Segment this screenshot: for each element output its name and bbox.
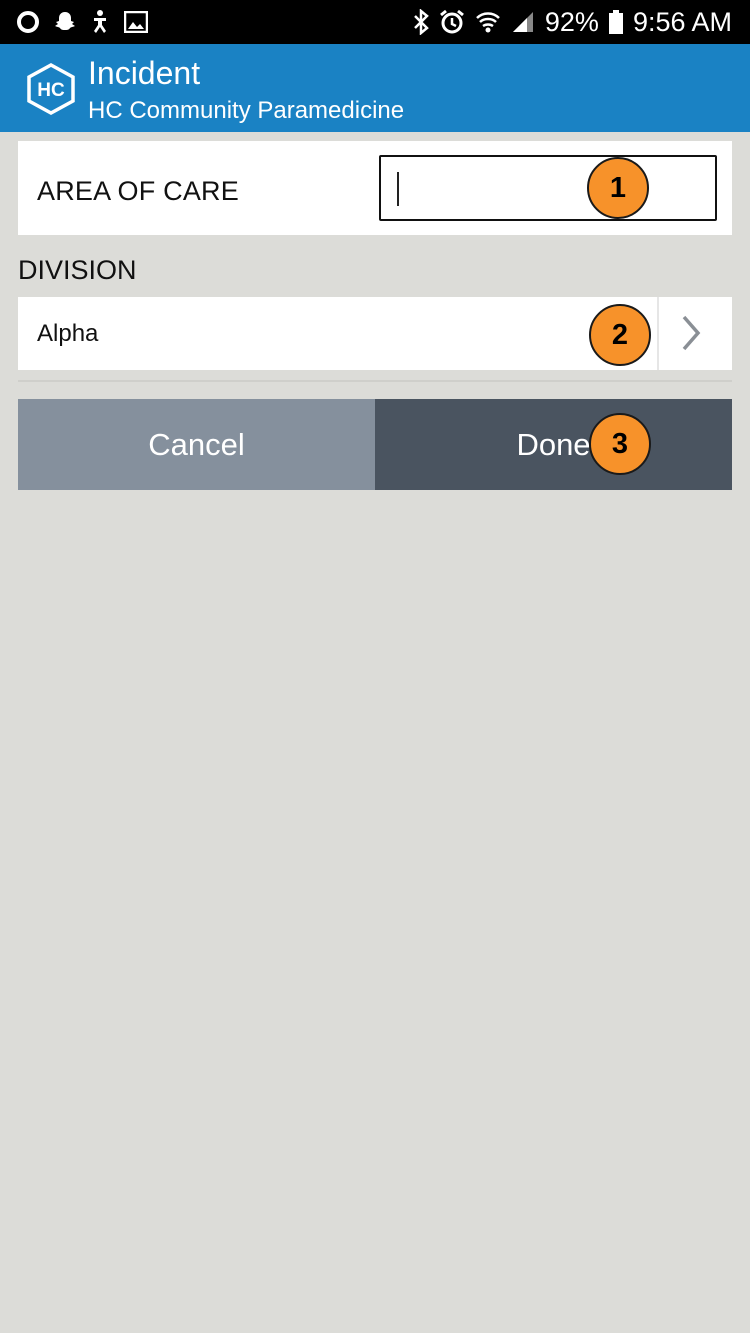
battery-percent: 92%: [544, 6, 599, 37]
system-icons: 92% 9:56 AM: [413, 0, 732, 44]
alarm-icon: [439, 9, 465, 35]
notification-icons: [16, 9, 148, 35]
hc-logo: HC: [26, 63, 76, 120]
text-cursor: [397, 172, 399, 206]
circle-notification-icon: [16, 10, 40, 34]
app-bar: HC Incident HC Community Paramedicine: [0, 44, 750, 132]
image-icon: [124, 11, 148, 33]
callout-marker-1: 1: [587, 157, 649, 219]
area-of-care-label: AREA OF CARE: [37, 176, 239, 206]
divider: [18, 380, 732, 382]
callout-marker-2: 2: [589, 304, 651, 366]
chevron-right-icon[interactable]: [678, 313, 704, 358]
area-of-care-input[interactable]: [379, 155, 717, 221]
page-title: Incident: [88, 55, 201, 91]
wifi-icon: [475, 10, 501, 34]
status-bar: 92% 9:56 AM: [0, 0, 750, 44]
clock: 9:56 AM: [632, 6, 732, 37]
division-label: DIVISION: [18, 255, 137, 285]
division-separator: [657, 297, 659, 370]
done-button[interactable]: Done: [375, 399, 732, 490]
callout-marker-3: 3: [589, 413, 651, 475]
bluetooth-icon: [413, 9, 429, 35]
battery-icon: [608, 10, 623, 34]
cancel-button[interactable]: Cancel: [18, 399, 375, 490]
accessibility-icon: [90, 9, 110, 35]
svg-text:HC: HC: [37, 80, 65, 101]
snapchat-icon: [54, 10, 76, 34]
division-value: Alpha: [37, 320, 99, 347]
signal-icon: [511, 11, 535, 33]
page-subtitle: HC Community Paramedicine: [88, 97, 405, 124]
